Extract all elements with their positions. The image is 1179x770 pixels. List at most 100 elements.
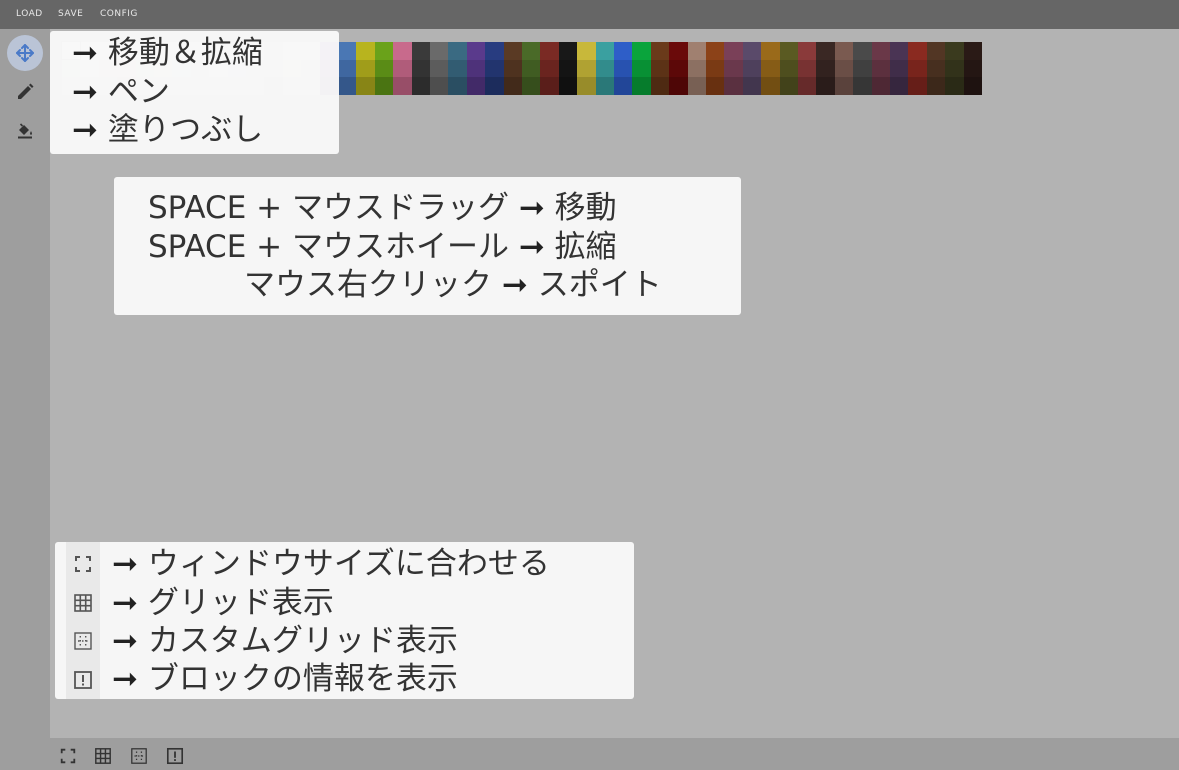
palette-swatch-shade[interactable] <box>466 42 486 61</box>
menu-load[interactable]: LOAD <box>16 9 43 19</box>
palette-swatch-shade[interactable] <box>650 42 670 61</box>
palette-swatch[interactable] <box>742 42 762 96</box>
palette-swatch-shade[interactable] <box>798 59 817 78</box>
palette-swatch-shade[interactable] <box>761 77 781 96</box>
palette-swatch-shade[interactable] <box>614 59 633 78</box>
palette-swatch-shade[interactable] <box>963 59 983 78</box>
palette-swatch-shade[interactable] <box>706 77 725 96</box>
menu-config[interactable]: CONFIG <box>100 9 138 19</box>
palette-swatch-shade[interactable] <box>945 42 965 61</box>
palette-swatch-shade[interactable] <box>356 59 376 78</box>
palette-swatch-shade[interactable] <box>448 77 468 96</box>
palette-swatch[interactable] <box>945 42 965 96</box>
palette-swatch-shade[interactable] <box>522 77 541 96</box>
palette-swatch-shade[interactable] <box>374 42 394 61</box>
palette-swatch-shade[interactable] <box>558 77 578 96</box>
palette-swatch-shade[interactable] <box>834 42 854 61</box>
palette-swatch-shade[interactable] <box>393 59 413 78</box>
palette-swatch-shade[interactable] <box>834 59 854 78</box>
palette-swatch-shade[interactable] <box>374 77 394 96</box>
palette-swatch[interactable] <box>669 42 689 96</box>
palette-swatch[interactable] <box>706 42 725 96</box>
palette-swatch-shade[interactable] <box>853 77 873 96</box>
palette-swatch-shade[interactable] <box>393 77 413 96</box>
palette-swatch[interactable] <box>761 42 781 96</box>
palette-swatch-shade[interactable] <box>908 77 928 96</box>
palette-swatch-shade[interactable] <box>890 77 909 96</box>
palette-swatch[interactable] <box>466 42 486 96</box>
palette-swatch-shade[interactable] <box>338 59 357 78</box>
palette-swatch-shade[interactable] <box>411 77 431 96</box>
palette-swatch-shade[interactable] <box>798 42 817 61</box>
palette-swatch-shade[interactable] <box>945 59 965 78</box>
palette-swatch[interactable] <box>816 42 836 96</box>
palette-swatch-shade[interactable] <box>411 42 431 61</box>
palette-swatch[interactable] <box>963 42 983 96</box>
palette-swatch-shade[interactable] <box>650 77 670 96</box>
palette-swatch-shade[interactable] <box>577 77 597 96</box>
palette-swatch-shade[interactable] <box>761 42 781 61</box>
palette-swatch-shade[interactable] <box>540 77 560 96</box>
palette-swatch-shade[interactable] <box>411 59 431 78</box>
palette-swatch[interactable] <box>834 42 854 96</box>
palette-swatch-shade[interactable] <box>871 77 891 96</box>
palette-swatch-shade[interactable] <box>356 42 376 61</box>
palette-swatch-shade[interactable] <box>503 42 523 61</box>
palette-swatch[interactable] <box>522 42 541 96</box>
palette-swatch-shade[interactable] <box>338 77 357 96</box>
palette-swatch-shade[interactable] <box>448 42 468 61</box>
palette-swatch-shade[interactable] <box>926 59 946 78</box>
palette-swatch[interactable] <box>430 42 449 96</box>
palette-swatch-shade[interactable] <box>466 59 486 78</box>
palette-swatch-shade[interactable] <box>669 42 689 61</box>
palette-swatch[interactable] <box>632 42 652 96</box>
palette-swatch-shade[interactable] <box>908 42 928 61</box>
palette-swatch[interactable] <box>485 42 505 96</box>
palette-swatch-shade[interactable] <box>963 42 983 61</box>
palette-swatch[interactable] <box>374 42 394 96</box>
palette-swatch-shade[interactable] <box>798 77 817 96</box>
palette-swatch[interactable] <box>448 42 468 96</box>
palette-swatch-shade[interactable] <box>724 77 744 96</box>
palette-swatch-shade[interactable] <box>687 59 707 78</box>
palette-swatch-shade[interactable] <box>430 59 449 78</box>
palette-swatch-shade[interactable] <box>706 59 725 78</box>
palette-swatch-shade[interactable] <box>614 42 633 61</box>
palette-swatch-shade[interactable] <box>853 42 873 61</box>
palette-swatch-shade[interactable] <box>853 59 873 78</box>
palette-swatch-shade[interactable] <box>595 59 615 78</box>
palette-swatch-shade[interactable] <box>871 59 891 78</box>
palette-swatch-shade[interactable] <box>356 77 376 96</box>
palette-swatch-shade[interactable] <box>503 77 523 96</box>
palette-swatch-shade[interactable] <box>724 59 744 78</box>
palette-swatch-shade[interactable] <box>779 59 799 78</box>
palette-swatch-shade[interactable] <box>687 77 707 96</box>
tool-fill-button[interactable] <box>7 112 43 148</box>
palette-swatch-shade[interactable] <box>816 77 836 96</box>
palette-swatch-shade[interactable] <box>890 42 909 61</box>
palette-swatch-shade[interactable] <box>908 59 928 78</box>
palette-swatch-shade[interactable] <box>890 59 909 78</box>
palette-swatch[interactable] <box>540 42 560 96</box>
palette-swatch-shade[interactable] <box>448 59 468 78</box>
palette-swatch[interactable] <box>890 42 909 96</box>
tool-move-zoom-button[interactable] <box>7 35 43 71</box>
palette-swatch-shade[interactable] <box>485 77 505 96</box>
fit-window-icon[interactable] <box>59 747 77 765</box>
palette-swatch[interactable] <box>687 42 707 96</box>
palette-swatch[interactable] <box>614 42 633 96</box>
palette-swatch-shade[interactable] <box>742 77 762 96</box>
palette-swatch-shade[interactable] <box>926 42 946 61</box>
palette-swatch-shade[interactable] <box>595 42 615 61</box>
palette-swatch-shade[interactable] <box>577 42 597 61</box>
palette-swatch[interactable] <box>779 42 799 96</box>
palette-swatch-shade[interactable] <box>945 77 965 96</box>
palette-swatch[interactable] <box>926 42 946 96</box>
palette-swatch-shade[interactable] <box>706 42 725 61</box>
palette-swatch-shade[interactable] <box>632 42 652 61</box>
palette-swatch[interactable] <box>503 42 523 96</box>
palette-swatch-shade[interactable] <box>742 59 762 78</box>
palette-swatch-shade[interactable] <box>540 42 560 61</box>
palette-swatch-shade[interactable] <box>724 42 744 61</box>
custom-grid-icon[interactable] <box>130 747 148 765</box>
